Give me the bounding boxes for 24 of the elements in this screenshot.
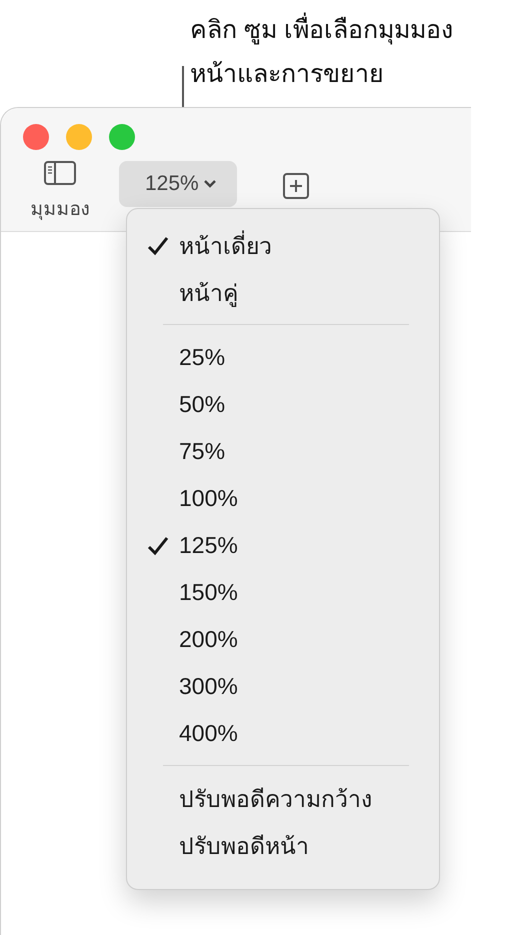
menu-item[interactable]: 100% [127, 475, 439, 522]
zoom-button[interactable]: 125% [119, 161, 237, 207]
callout-text: หน้าและการขยาย [190, 59, 385, 90]
menu-item[interactable]: 300% [127, 663, 439, 710]
zoom-window-button[interactable] [109, 124, 135, 150]
close-button[interactable] [23, 124, 49, 150]
plus-icon [282, 173, 309, 199]
menu-item[interactable]: 400% [127, 710, 439, 757]
menu-item[interactable]: 25% [127, 334, 439, 381]
menu-item[interactable]: 150% [127, 569, 439, 616]
view-button[interactable]: มุมมอง [23, 161, 97, 223]
callout-text: คลิก ซูม เพื่อเลือกมุมมอง [190, 8, 453, 52]
menu-item[interactable]: 125% [127, 522, 439, 569]
menu-item[interactable]: ปรับพอดีหน้า [127, 822, 439, 869]
menu-item[interactable]: หน้าคู่ [127, 269, 439, 316]
menu-item[interactable]: หน้าเดี่ยว [127, 222, 439, 269]
add-page-button[interactable] [282, 173, 309, 199]
menu-item[interactable]: 50% [127, 381, 439, 428]
sidebar-icon [44, 161, 76, 185]
minimize-button[interactable] [66, 124, 92, 150]
menu-item[interactable]: ปรับพอดีความกว้าง [127, 775, 439, 822]
chevron-down-icon [202, 179, 217, 189]
menu-item[interactable]: 75% [127, 428, 439, 475]
menu-item[interactable]: 200% [127, 616, 439, 663]
